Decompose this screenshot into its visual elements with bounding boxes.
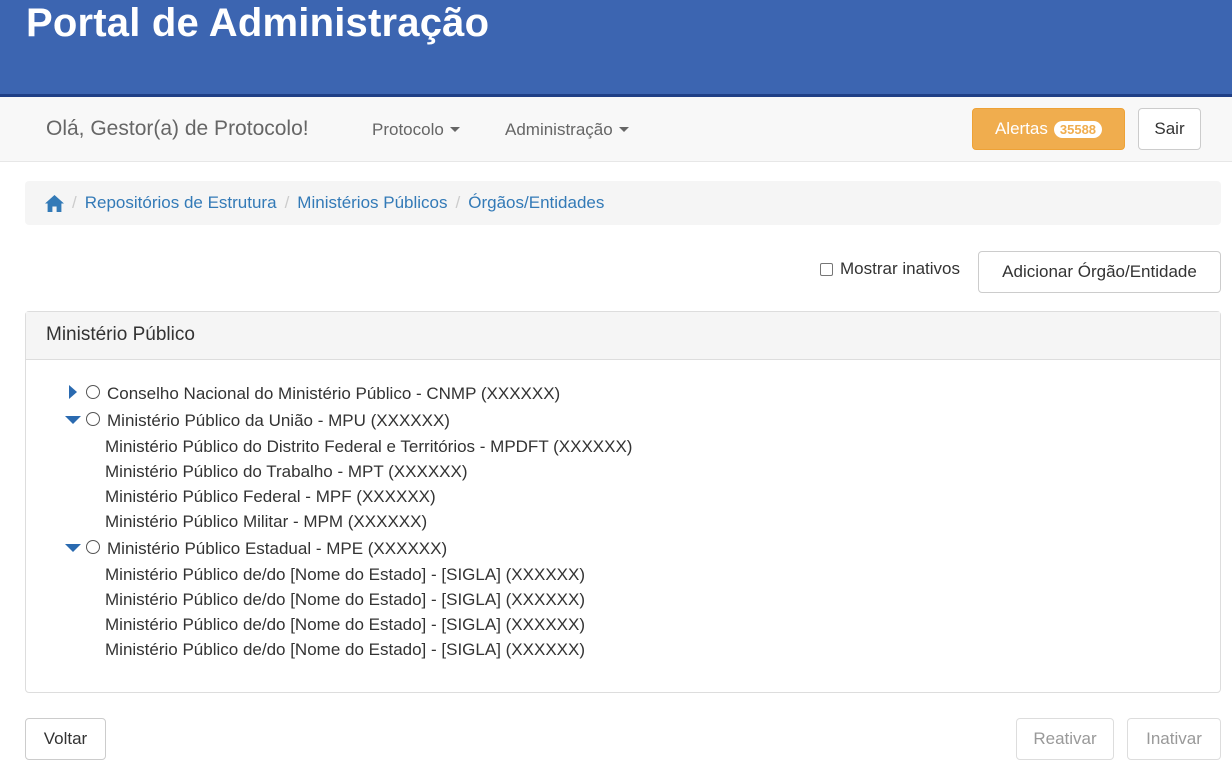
menu-protocolo[interactable]: Protocolo [372, 120, 460, 140]
tree-child-mpf[interactable]: Ministério Público Federal - MPF (XXXXXX… [105, 486, 436, 508]
breadcrumb-separator: / [284, 193, 290, 212]
tree-child-estado[interactable]: Ministério Público de/do [Nome do Estado… [105, 589, 585, 611]
breadcrumb-repositorios[interactable]: Repositórios de Estrutura [85, 193, 277, 213]
greeting-text[interactable]: Olá, Gestor(a) de Protocolo! [46, 117, 309, 141]
back-button[interactable]: Voltar [25, 718, 106, 760]
menu-administracao[interactable]: Administração [505, 120, 629, 140]
breadcrumb-separator: / [455, 193, 461, 212]
menu-protocolo-label: Protocolo [372, 120, 444, 139]
breadcrumb-orgaos[interactable]: Órgãos/Entidades [468, 193, 604, 213]
breadcrumb-ministerios[interactable]: Ministérios Públicos [297, 193, 447, 213]
show-inactive-control[interactable]: Mostrar inativos [820, 259, 960, 279]
tree-radio[interactable] [86, 385, 100, 399]
tree-node-cnmp[interactable]: Conselho Nacional do Ministério Público … [107, 383, 560, 405]
ministerio-publico-panel: Ministério Público Conselho Nacional do … [25, 311, 1221, 693]
tree-node-mpe[interactable]: Ministério Público Estadual - MPE (XXXXX… [107, 538, 447, 560]
app-title: Portal de Administração [26, 1, 490, 45]
app-header: Portal de Administração [0, 0, 1232, 97]
collapse-down-icon[interactable] [65, 544, 81, 552]
show-inactive-label[interactable]: Mostrar inativos [840, 259, 960, 279]
tree-child-mpt[interactable]: Ministério Público do Trabalho - MPT (XX… [105, 461, 468, 483]
tree-child-estado[interactable]: Ministério Público de/do [Nome do Estado… [105, 639, 585, 661]
tree-child-mpm[interactable]: Ministério Público Militar - MPM (XXXXXX… [105, 511, 427, 533]
caret-down-icon [618, 127, 629, 132]
show-inactive-checkbox[interactable] [820, 262, 833, 276]
alerts-count-badge: 35588 [1053, 120, 1103, 138]
menu-administracao-label: Administração [505, 120, 613, 139]
tree-child-mpdft[interactable]: Ministério Público do Distrito Federal e… [105, 436, 632, 458]
home-icon[interactable] [45, 194, 64, 212]
breadcrumb-separator: / [72, 193, 77, 212]
alerts-button[interactable]: Alertas 35588 [972, 108, 1125, 150]
deactivate-button[interactable]: Inativar [1127, 718, 1221, 760]
panel-title: Ministério Público [26, 312, 1220, 360]
tree-node-mpu[interactable]: Ministério Público da União - MPU (XXXXX… [107, 410, 450, 432]
tree-radio[interactable] [86, 540, 100, 554]
tree-radio[interactable] [86, 412, 100, 426]
tree-child-estado[interactable]: Ministério Público de/do [Nome do Estado… [105, 564, 585, 586]
collapse-down-icon[interactable] [65, 416, 81, 424]
logout-button[interactable]: Sair [1138, 108, 1201, 150]
add-entity-button[interactable]: Adicionar Órgão/Entidade [978, 251, 1221, 293]
expand-right-icon[interactable] [69, 385, 77, 399]
tree-child-estado[interactable]: Ministério Público de/do [Nome do Estado… [105, 614, 585, 636]
alerts-label: Alertas [994, 119, 1048, 138]
reactivate-button[interactable]: Reativar [1016, 718, 1114, 760]
caret-down-icon [449, 127, 460, 132]
breadcrumb: / Repositórios de Estrutura / Ministério… [25, 181, 1221, 225]
